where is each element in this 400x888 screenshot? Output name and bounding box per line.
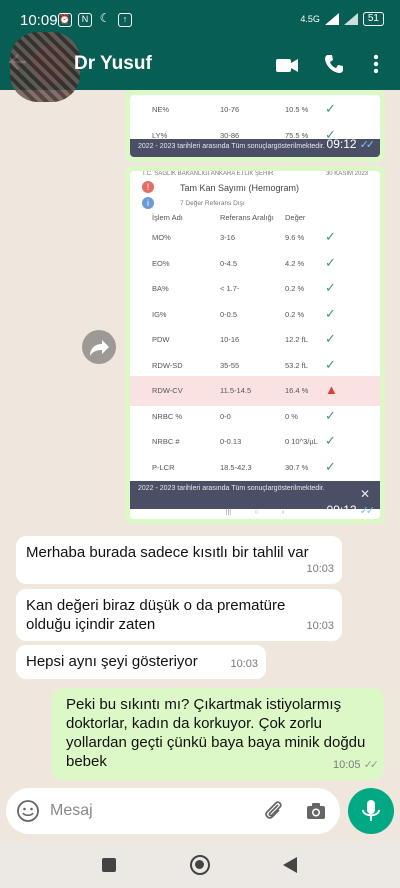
outgoing-message[interactable]: Peki bu sıkıntı mı? Çıkartmak istiyolarm… xyxy=(52,688,384,780)
network-label: 4.5G xyxy=(300,14,320,24)
status-right: 4.5G 51 xyxy=(300,12,384,26)
read-ticks-icon: ✓✓ xyxy=(359,138,376,151)
mic-icon xyxy=(362,800,380,821)
recents-icon[interactable] xyxy=(102,858,116,872)
signal-icon xyxy=(324,13,339,25)
check-icon: ✓ xyxy=(325,254,336,270)
mic-button[interactable] xyxy=(348,788,394,834)
image-message[interactable]: NE% 10-76 10.5 % ✓ LY% 30-86 75.5 % ✓ 20… xyxy=(125,90,385,162)
lab-result-image: NE% 10-76 10.5 % ✓ LY% 30-86 75.5 % ✓ 20… xyxy=(130,95,380,157)
warning-icon: ! xyxy=(142,181,154,193)
message-time: 09:12 ✓✓ xyxy=(326,137,376,151)
incoming-message[interactable]: Kan değeri biraz düşük o da prematüre ol… xyxy=(16,589,342,641)
lab-result-image: T.C. SAĞLIK BAKANLIĞI ANKARA ETLİK ŞEHİR… xyxy=(130,171,380,519)
check-icon: ✓ xyxy=(325,433,336,448)
delivered-ticks-icon: ✓✓ xyxy=(363,759,380,771)
warning-icon: ▲ xyxy=(325,382,338,397)
message-time-wrap: 10:05 ✓✓ xyxy=(332,759,380,771)
forward-icon[interactable] xyxy=(82,330,116,364)
message-input-bar[interactable]: Mesaj xyxy=(6,788,340,834)
video-call-icon[interactable] xyxy=(274,52,300,78)
check-icon: ✓ xyxy=(325,101,336,116)
lab-title: Tam Kan Sayımı (Hemogram) xyxy=(180,183,300,193)
incoming-message[interactable]: Merhaba burada sadece kısıtlı bir tahlil… xyxy=(16,536,342,584)
moon-icon: ☾ xyxy=(99,11,111,25)
lab-row: P-LCR 18.5-42.3 30.7 % ✓ xyxy=(152,458,336,474)
wifi-icon xyxy=(343,13,358,25)
message-text: Peki bu sıkıntı mı? Çıkartmak istiyolarm… xyxy=(66,696,366,770)
check-icon: ✓ xyxy=(325,229,336,244)
message-text: Hepsi aynı şeyi gösteriyor xyxy=(26,653,198,670)
message-text: Kan değeri biraz düşük o da prematüre ol… xyxy=(26,597,286,633)
message-input[interactable]: Mesaj xyxy=(50,802,93,820)
chat-header: Dr Yusuf xyxy=(0,32,400,102)
check-icon: ✓ xyxy=(325,458,336,474)
message-time: 10:03 xyxy=(306,620,334,632)
image-message[interactable]: T.C. SAĞLIK BAKANLIĞI ANKARA ETLİK ŞEHİR… xyxy=(125,166,385,524)
phone-call-icon[interactable] xyxy=(322,52,348,78)
message-text: Merhaba burada sadece kısıtlı bir tahlil… xyxy=(26,544,309,561)
more-options-icon[interactable] xyxy=(368,52,394,78)
message-time: 09:12 ✓✓ xyxy=(326,503,376,517)
nav-back-icon[interactable] xyxy=(282,856,298,879)
check-icon: ✓ xyxy=(325,280,336,295)
home-icon[interactable] xyxy=(190,855,210,875)
check-icon: ✓ xyxy=(325,407,336,423)
notification-icons: ⏰ N ☾ ↑ xyxy=(58,11,132,27)
message-time: 10:03 xyxy=(230,658,258,670)
check-icon: ✓ xyxy=(325,356,336,372)
emoji-icon[interactable] xyxy=(16,799,40,828)
status-time: 10:09 xyxy=(20,12,58,29)
system-nav-bar xyxy=(0,842,400,888)
close-icon: ✕ xyxy=(359,487,370,501)
read-ticks-icon: ✓✓ xyxy=(359,504,376,517)
alarm-icon: ⏰ xyxy=(58,13,72,27)
battery-icon: 51 xyxy=(362,12,384,26)
message-time: 10:03 xyxy=(306,563,334,575)
attach-icon[interactable] xyxy=(262,799,286,828)
incoming-message[interactable]: Hepsi aynı şeyi gösteriyor 10:03 xyxy=(16,645,266,679)
contact-name[interactable]: Dr Yusuf xyxy=(74,53,152,75)
check-icon: ✓ xyxy=(325,331,336,346)
avatar[interactable] xyxy=(10,32,80,102)
upload-icon: ↑ xyxy=(118,13,132,27)
camera-icon[interactable] xyxy=(304,799,328,828)
check-icon: ✓ xyxy=(325,305,336,321)
nfc-icon: N xyxy=(78,13,92,27)
